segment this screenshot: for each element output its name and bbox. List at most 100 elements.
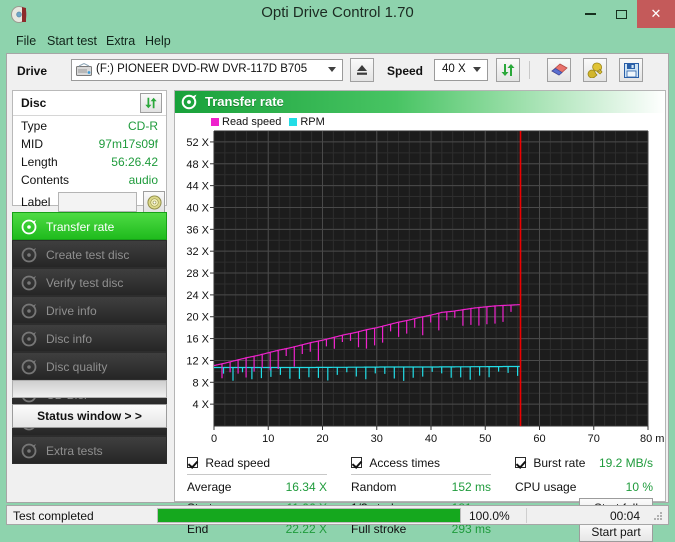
cd-icon (146, 194, 162, 210)
status-window-button[interactable]: Status window > > (12, 404, 167, 428)
disc-test-icon (21, 331, 37, 347)
nav-item-create-test-disc[interactable]: Create test disc (12, 240, 167, 268)
nav-item-drive-info[interactable]: Drive info (12, 296, 167, 324)
disc-test-icon (21, 303, 37, 319)
resize-grip[interactable] (652, 510, 664, 522)
status-message: Test completed (13, 509, 94, 523)
menu-file[interactable]: File (12, 32, 40, 50)
drive-select[interactable]: (F:) PIONEER DVD-RW DVR-117D B705 (71, 59, 343, 81)
transfer-rate-icon (181, 94, 197, 110)
close-button[interactable]: ✕ (637, 0, 675, 28)
svg-text:44 X: 44 X (186, 181, 209, 193)
left-column: Disc Type CD-R MID 97m17s09f Length 56:2… (8, 90, 171, 502)
menu-extra[interactable]: Extra (102, 32, 139, 50)
legend-label-rpm: RPM (300, 116, 325, 128)
graph-header: Transfer rate (175, 91, 665, 113)
cpu-usage-value: 10 % (625, 480, 653, 494)
refresh-button[interactable] (496, 58, 520, 82)
svg-text:4 X: 4 X (192, 399, 209, 411)
access-times-row-value: 152 ms (451, 480, 491, 494)
start-part-label: Start part (591, 525, 641, 539)
svg-text:16 X: 16 X (186, 334, 209, 346)
disc-label-input[interactable] (58, 192, 137, 212)
disc-row-mid: MID 97m17s09f (13, 137, 166, 153)
read-speed-checkbox-label: Read speed (205, 456, 271, 470)
progress-fill (158, 509, 460, 522)
svg-text:12 X: 12 X (186, 355, 209, 367)
legend-label-read-speed: Read speed (222, 116, 282, 128)
progress-bar (157, 508, 461, 523)
nav-item-extra-tests[interactable]: Extra tests (12, 436, 167, 464)
access-times-rule (351, 474, 491, 475)
speed-label: Speed (387, 64, 424, 78)
chart-plot: 4 X 8 X 12 X 16 X 20 X 24 X 28 X 32 X 36 X 40 X 44… (175, 129, 673, 479)
disc-test-icon (21, 359, 37, 375)
read-speed-row-value: 16.34 X (285, 480, 327, 494)
menu-start-test[interactable]: Start test (43, 32, 101, 50)
disc-refresh-button[interactable] (140, 93, 162, 113)
legend-swatch-read-speed (211, 118, 219, 126)
maximize-button[interactable] (606, 0, 637, 28)
disc-label-caption: Label (21, 195, 51, 209)
speed-select[interactable]: 40 X (434, 59, 488, 81)
svg-text:40: 40 (425, 433, 437, 445)
disc-row-value: 97m17s09f (98, 137, 158, 151)
svg-text:20: 20 (316, 433, 328, 445)
disc-row-value: audio (128, 173, 158, 187)
status-divider (526, 508, 527, 523)
disc-row-key: MID (21, 137, 43, 151)
svg-text:20 X: 20 X (186, 312, 209, 324)
nav-item-label: Disc info (46, 332, 93, 346)
disc-row-type: Type CD-R (13, 119, 166, 135)
eject-button[interactable] (350, 58, 374, 82)
read-speed-rule (187, 474, 327, 475)
erase-button[interactable] (547, 58, 571, 82)
elapsed-time: 00:04 (609, 509, 640, 523)
svg-text:70: 70 (588, 433, 600, 445)
title-bar: Opti Drive Control 1.70 ✕ (0, 0, 675, 28)
close-icon: ✕ (650, 6, 662, 21)
stats-panel: Read speed Average 16.34 X Start 11.06 X… (175, 456, 665, 542)
minimize-button[interactable] (575, 0, 606, 28)
transfer-rate-chart: 4 X 8 X 12 X 16 X 20 X 24 X 28 X 32 X 36 X 40 X 44… (186, 130, 673, 445)
svg-text:10: 10 (262, 433, 274, 445)
eject-icon (357, 65, 367, 75)
nav-item-transfer-rate[interactable]: Transfer rate (12, 212, 167, 240)
start-part-button[interactable]: Start part (579, 522, 653, 542)
speed-select-value: 40 X (442, 63, 466, 75)
disc-row-contents: Contents audio (13, 173, 166, 189)
nav-item-disc-quality[interactable]: Disc quality (12, 352, 167, 380)
checkbox-icon (187, 457, 198, 468)
svg-text:60: 60 (533, 433, 545, 445)
chevron-down-icon (328, 67, 336, 72)
svg-text:0: 0 (211, 433, 217, 445)
eraser-icon (550, 63, 568, 75)
disc-row-key: Contents (21, 173, 70, 187)
menu-bar: File Start test Extra Help (0, 28, 675, 53)
save-button[interactable] (619, 58, 643, 82)
svg-text:30: 30 (371, 433, 383, 445)
toolbar-separator (529, 61, 530, 79)
menu-help[interactable]: Help (141, 32, 175, 50)
nav-item-verify-test-disc[interactable]: Verify test disc (12, 268, 167, 296)
drive-toolbar: Drive (F:) PIONEER DVD-RW DVR-117D B705 (7, 54, 668, 89)
disc-panel: Disc Type CD-R MID 97m17s09f Length 56:2… (12, 90, 167, 213)
svg-text:50: 50 (479, 433, 491, 445)
nav-item-disc-info[interactable]: Disc info (12, 324, 167, 352)
nav-item-label: Create test disc (46, 248, 130, 262)
floppy-save-icon (623, 62, 639, 78)
access-times-row-key: Random (351, 480, 397, 494)
access-times-checkbox[interactable]: Access times (351, 456, 440, 470)
disc-test-icon (21, 247, 37, 263)
burst-rate-value: 19.2 MB/s (598, 456, 653, 470)
nav-item-label: Transfer rate (46, 220, 115, 234)
disc-label-button[interactable] (143, 191, 165, 213)
svg-text:28 X: 28 X (186, 268, 209, 280)
drive-select-value: (F:) PIONEER DVD-RW DVR-117D B705 (96, 63, 308, 75)
nav-spacer (12, 380, 167, 398)
status-window-label: Status window > > (37, 409, 142, 423)
read-speed-checkbox[interactable]: Read speed (187, 456, 270, 470)
tools-button[interactable] (583, 58, 607, 82)
svg-text:80 min: 80 min (640, 433, 665, 445)
svg-text:24 X: 24 X (186, 290, 209, 302)
